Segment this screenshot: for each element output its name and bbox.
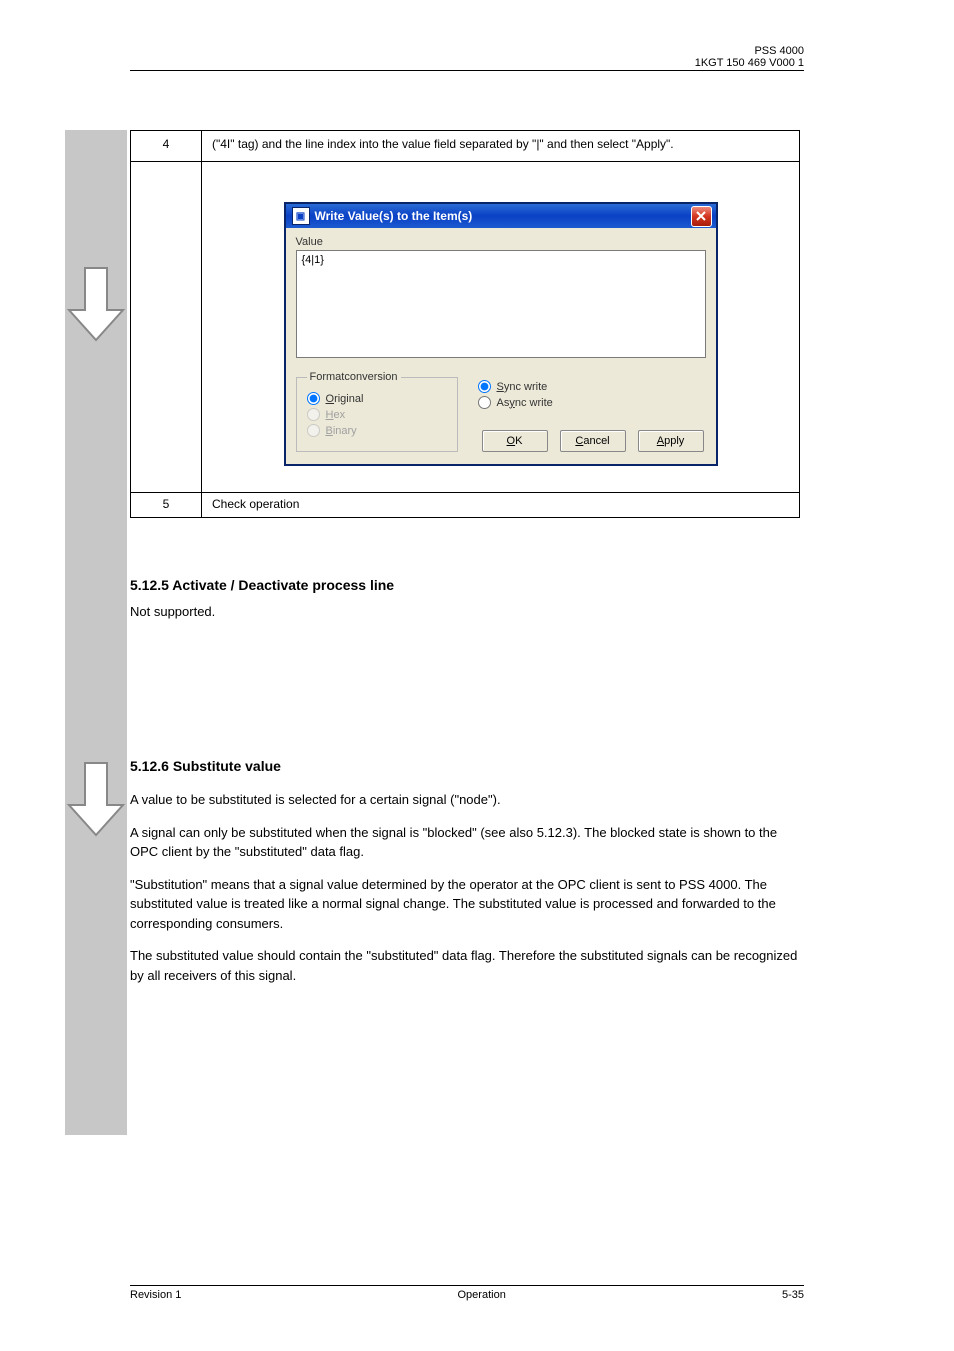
header-rule [130,70,804,71]
close-button[interactable] [691,206,712,227]
sync-write-radio[interactable]: Sync write [478,380,706,393]
format-original-radio[interactable]: Original [307,392,447,405]
value-input[interactable]: {4|1} [296,250,706,358]
header-docno: 1KGT 150 469 V000 1 [695,57,804,69]
value-label: Value [296,236,706,248]
close-icon [696,211,706,221]
section2-p1: A value to be substituted is selected fo… [130,790,800,810]
dialog-titlebar: ▣ Write Value(s) to the Item(s) [286,204,716,228]
step-number-5: 5 [131,493,202,518]
async-write-radio[interactable]: Async write [478,396,706,409]
section2-p4: The substituted value should contain the… [130,946,800,985]
section2-title: 5.12.6 Substitute value [130,756,800,777]
section-5-12-5: 5.12.5 Activate / Deactivate process lin… [130,575,800,622]
write-values-dialog: ▣ Write Value(s) to the Item(s) Value {4… [284,202,718,466]
cancel-button[interactable]: Cancel [560,430,626,452]
apply-button[interactable]: Apply [638,430,704,452]
step4-text: ("4I" tag) and the line index into the v… [202,131,800,162]
steps-table: 4 ("4I" tag) and the line index into the… [130,130,800,518]
format-hex-radio: Hex [307,408,447,421]
section2-p3: "Substitution" means that a signal value… [130,875,800,934]
footer-chapter: Operation [458,1289,506,1301]
step5-text: Check operation [202,493,800,518]
format-legend: Formatconversion [307,371,401,383]
step-number: 4 [131,131,202,162]
header-product: PSS 4000 [695,45,804,57]
dialog-title: Write Value(s) to the Item(s) [315,209,691,223]
page-footer: Revision 1 Operation 5-35 [130,1285,804,1301]
radio-original[interactable] [307,392,320,405]
ok-button[interactable]: OK [482,430,548,452]
section1-title: 5.12.5 Activate / Deactivate process lin… [130,575,800,596]
format-conversion-group: Formatconversion Original Hex [296,371,458,452]
section2-p2: A signal can only be substituted when th… [130,823,800,862]
footer-revision: Revision 1 [130,1289,181,1301]
radio-hex [307,408,320,421]
radio-async[interactable] [478,396,491,409]
radio-sync[interactable] [478,380,491,393]
section1-body: Not supported. [130,602,800,622]
radio-binary [307,424,320,437]
format-binary-radio: Binary [307,424,447,437]
section-5-12-6: 5.12.6 Substitute value A value to be su… [130,756,800,998]
flow-arrow-2 [65,760,127,845]
flow-arrow-1 [65,265,127,350]
footer-page: 5-35 [782,1289,804,1301]
app-icon: ▣ [292,207,310,225]
